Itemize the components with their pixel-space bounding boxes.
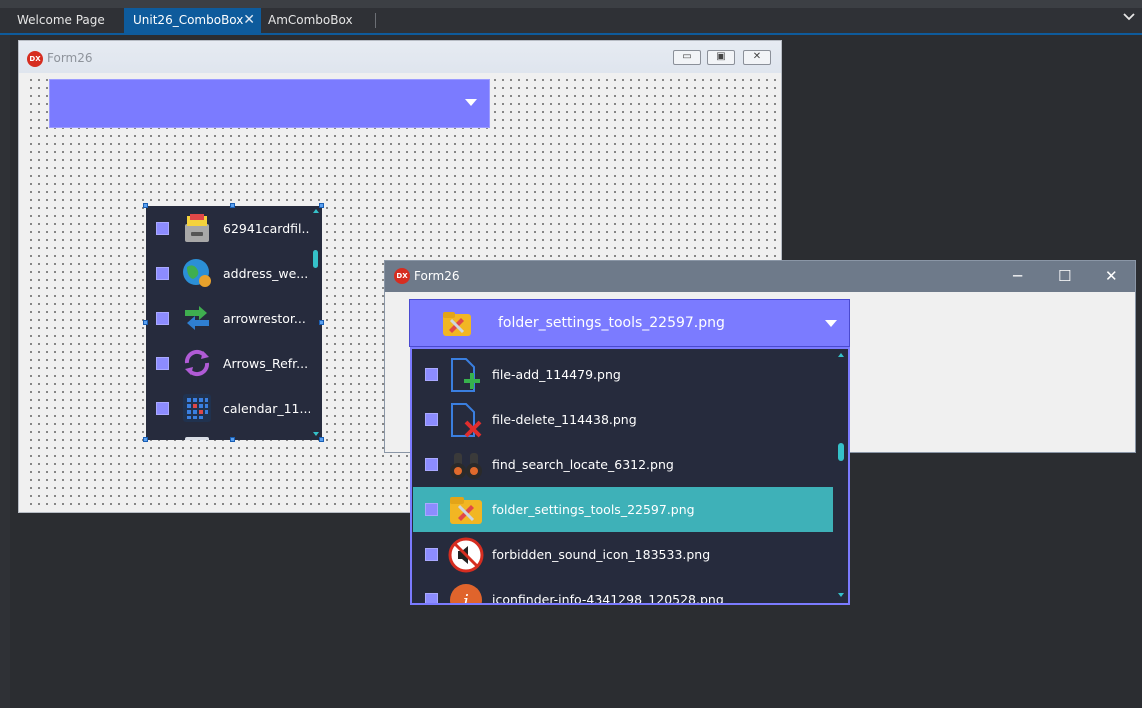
design-form-title: Form26 (47, 51, 93, 65)
close-button[interactable]: ✕ (1105, 267, 1118, 285)
item-label: forbidden_sound_icon_183533.png (492, 547, 711, 562)
triangle-down-icon[interactable] (465, 99, 477, 106)
card-file-icon (181, 212, 213, 244)
tab-unit26-combobox[interactable]: Unit26_ComboBox ✕ (124, 8, 261, 33)
item-checkbox[interactable] (156, 357, 169, 370)
tab-welcome-page[interactable]: Welcome Page (0, 8, 124, 33)
list-item-partial[interactable] (146, 431, 310, 440)
binoculars-icon (448, 447, 484, 483)
item-label: find_search_locate_6312.png (492, 457, 674, 472)
scroll-down-arrow-icon[interactable] (838, 593, 844, 597)
tab-amcombobox[interactable]: AmComboBox (261, 8, 375, 33)
item-checkbox[interactable] (156, 222, 169, 235)
design-combobox[interactable] (49, 79, 490, 128)
list-item[interactable]: file-delete_114438.png (413, 397, 833, 442)
item-label: 62941cardfil... (223, 221, 310, 236)
restore-button[interactable]: ▣ (707, 50, 735, 65)
refresh-icon (181, 347, 213, 379)
minimize-button[interactable]: ▭ (673, 50, 701, 65)
item-checkbox[interactable] (425, 368, 438, 381)
resize-handle[interactable] (143, 320, 148, 325)
list-item[interactable]: find_search_locate_6312.png (413, 442, 833, 487)
design-listbox[interactable]: 62941cardfil... address_we... arrowresto… (146, 206, 322, 440)
item-checkbox[interactable] (425, 593, 438, 603)
list-item[interactable]: address_we... (146, 251, 310, 296)
resize-handle[interactable] (319, 203, 324, 208)
item-checkbox[interactable] (156, 402, 169, 415)
list-item[interactable]: forbidden_sound_icon_183533.png (413, 532, 833, 577)
list-item[interactable]: Arrows_Refr... (146, 341, 310, 386)
tab-separator (375, 13, 376, 28)
close-button[interactable]: ✕ (743, 50, 771, 65)
left-gutter (0, 35, 10, 708)
info-icon: i (448, 582, 484, 605)
svg-text:i: i (463, 591, 469, 605)
scroll-down-arrow-icon[interactable] (313, 432, 319, 436)
tab-label: AmComboBox (268, 13, 353, 27)
dx-logo: DX (394, 268, 410, 284)
mute-icon (448, 537, 484, 573)
item-checkbox[interactable] (156, 312, 169, 325)
scrollbar-thumb[interactable] (313, 250, 318, 268)
close-icon[interactable]: ✕ (243, 8, 255, 33)
runtime-dropdown-list[interactable]: file-add_114479.png file-delete_114438.p… (410, 347, 850, 605)
list-item[interactable]: 62941cardfil... (146, 206, 310, 251)
scroll-up-arrow-icon[interactable] (313, 209, 319, 213)
maximize-button[interactable]: ☐ (1058, 267, 1071, 285)
item-label: calendar_11... (223, 401, 310, 416)
resize-handle[interactable] (230, 203, 235, 208)
runtime-form-titlebar: DX Form26 ─ ☐ ✕ (385, 261, 1135, 292)
list-item[interactable]: calendar_11... (146, 386, 310, 431)
tab-label: Unit26_ComboBox (133, 13, 244, 27)
runtime-combobox[interactable]: folder_settings_tools_22597.png (409, 299, 850, 347)
list-item-selected[interactable]: folder_settings_tools_22597.png (413, 487, 833, 532)
folder-settings-icon (448, 492, 484, 528)
folder-settings-icon (441, 308, 473, 340)
triangle-down-icon[interactable] (825, 320, 837, 327)
dx-logo: DX (27, 51, 43, 67)
file-delete-icon (448, 402, 484, 438)
scrollbar-thumb[interactable] (838, 443, 844, 461)
file-add-icon (448, 357, 484, 393)
item-label: file-add_114479.png (492, 367, 621, 382)
item-checkbox[interactable] (425, 458, 438, 471)
minimize-icon: ▭ (682, 51, 692, 62)
minimize-button[interactable]: ─ (1013, 267, 1022, 285)
item-checkbox[interactable] (425, 503, 438, 516)
save-icon (181, 435, 213, 440)
item-label: address_we... (223, 266, 309, 281)
item-label: file-delete_114438.png (492, 412, 637, 427)
scroll-up-arrow-icon[interactable] (838, 353, 844, 357)
item-label: Arrows_Refr... (223, 356, 309, 371)
item-checkbox[interactable] (425, 413, 438, 426)
item-checkbox[interactable] (425, 548, 438, 561)
combo-selected-text: folder_settings_tools_22597.png (498, 315, 725, 331)
list-item[interactable]: arrowrestor... (146, 296, 310, 341)
item-label: arrowrestor... (223, 311, 306, 326)
design-form-titlebar: DX Form26 ▭ ▣ ✕ (19, 41, 781, 73)
list-item[interactable]: i iconfinder-info-4341298_120528.png (413, 577, 833, 605)
arrow-restore-icon (181, 302, 213, 334)
ide-top-border (0, 0, 1142, 8)
editor-tab-bar: Welcome Page Unit26_ComboBox ✕ AmComboBo… (0, 8, 1142, 35)
restore-icon: ▣ (716, 51, 726, 62)
close-icon: ✕ (752, 51, 762, 62)
item-label: iconfinder-info-4341298_120528.png (492, 592, 724, 605)
resize-handle[interactable] (319, 320, 324, 325)
resize-handle[interactable] (143, 437, 148, 442)
tab-label: Welcome Page (17, 13, 105, 27)
item-label: folder_settings_tools_22597.png (492, 502, 695, 517)
calendar-icon (181, 392, 213, 424)
resize-handle[interactable] (143, 203, 148, 208)
runtime-form-title: Form26 (414, 269, 460, 283)
chevron-down-icon[interactable] (1123, 11, 1135, 23)
list-item[interactable]: file-add_114479.png (413, 352, 833, 397)
globe-icon (181, 257, 213, 289)
item-checkbox[interactable] (156, 267, 169, 280)
resize-handle[interactable] (319, 437, 324, 442)
runtime-list-scrollbar[interactable] (834, 349, 848, 603)
resize-handle[interactable] (230, 437, 235, 442)
